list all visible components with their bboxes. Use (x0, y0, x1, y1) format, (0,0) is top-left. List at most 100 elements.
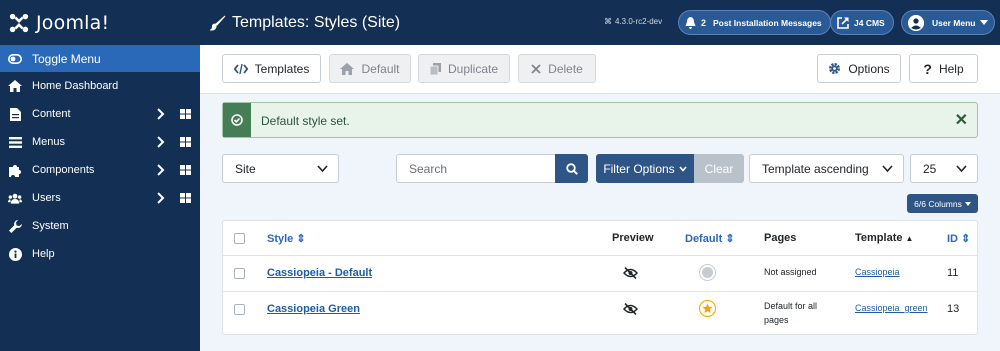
id-value: 13 (947, 303, 960, 315)
post-installation-messages-button[interactable]: 2 Post Installation Messages (678, 10, 831, 35)
styles-table: Style ⇕ Preview Default ⇕ Pages Template… (222, 220, 978, 335)
style-link[interactable]: Cassiopeia - Default (267, 267, 372, 279)
sort-icon: ⇕ (725, 233, 735, 245)
code-icon (233, 63, 248, 74)
brand-logo[interactable]: Joomla! (0, 0, 200, 45)
search-input[interactable]: Search (396, 154, 556, 183)
post-install-count: 2 (701, 17, 707, 28)
caret-down-icon (964, 201, 971, 206)
table-row: Cassiopeia Green Default for all pages C… (223, 292, 977, 335)
toolbar: Templates Default Duplicate Delete Optio… (200, 45, 1000, 94)
sidebar-item-users[interactable]: Users (0, 184, 200, 212)
check-circle-icon (231, 114, 243, 126)
default-star-icon[interactable] (699, 300, 716, 317)
sidebar-item-home-dashboard[interactable]: Home Dashboard (0, 72, 200, 100)
sidebar-item-label: Home Dashboard (32, 80, 119, 92)
preview-hidden-icon[interactable] (622, 266, 639, 282)
th-default[interactable]: Default ⇕ (685, 232, 735, 245)
sidebar-item-content[interactable]: Content (0, 100, 200, 128)
users-icon (8, 191, 22, 205)
alert-icon-area (223, 103, 251, 137)
help-button[interactable]: ? Help (909, 54, 978, 83)
sidebar-item-label: Menus (32, 136, 66, 148)
dashboard-grid-icon[interactable] (180, 109, 191, 119)
sidebar-item-label: System (32, 220, 69, 232)
default-toggle[interactable] (699, 264, 716, 281)
page-title-text: Templates: Styles (Site) (232, 13, 401, 31)
search-icon (565, 162, 578, 175)
sidebar: Joomla! Toggle Menu Home Dashboard Conte… (0, 0, 200, 351)
dashboard-grid-icon[interactable] (180, 137, 191, 147)
style-link[interactable]: Cassiopeia Green (267, 303, 360, 315)
th-template[interactable]: Template ▲ (855, 232, 913, 244)
sidebar-item-menus[interactable]: Menus (0, 128, 200, 156)
sidebar-item-system[interactable]: System (0, 212, 200, 240)
external-link-icon (837, 16, 849, 29)
success-alert: Default style set. ✕ (222, 102, 978, 138)
limit-select[interactable]: 25 (910, 154, 978, 183)
gear-icon (829, 63, 841, 74)
site-link-button[interactable]: J4 CMS (830, 10, 894, 35)
paint-brush-icon (210, 15, 226, 31)
list-icon (8, 135, 22, 149)
sidebar-item-toggle-menu[interactable]: Toggle Menu (0, 45, 200, 72)
user-menu-button[interactable]: User Menu (901, 10, 996, 35)
default-button[interactable]: Default (329, 54, 411, 83)
duplicate-button[interactable]: Duplicate (418, 54, 510, 83)
joomla-logo-icon (9, 13, 29, 32)
chevron-right-icon[interactable] (156, 108, 166, 120)
chevron-down-icon (882, 165, 893, 173)
template-link[interactable]: Cassiopeia (855, 267, 900, 277)
row-checkbox[interactable] (234, 268, 245, 279)
th-style[interactable]: Style ⇕ (267, 232, 306, 245)
th-preview: Preview (612, 232, 654, 244)
preview-hidden-icon[interactable] (622, 302, 639, 318)
dashboard-grid-icon[interactable] (180, 193, 191, 203)
dashboard-grid-icon[interactable] (180, 165, 191, 175)
copy-icon (429, 62, 441, 75)
client-select[interactable]: Site (222, 154, 339, 183)
template-link[interactable]: Cassiopeia_green (855, 303, 928, 313)
ordering-select[interactable]: Template ascending (749, 154, 904, 183)
brand-name: Joomla! (36, 11, 110, 34)
alert-message: Default style set. (261, 114, 350, 128)
chevron-right-icon[interactable] (156, 164, 166, 176)
row-checkbox[interactable] (234, 304, 245, 315)
sidebar-item-components[interactable]: Components (0, 156, 200, 184)
top-header: Templates: Styles (Site) ⌘ 4.3.0-rc2-dev… (200, 0, 1000, 45)
sort-asc-icon: ▲ (905, 234, 914, 243)
sidebar-item-label: Users (32, 192, 61, 204)
close-icon (531, 63, 541, 74)
file-icon (8, 107, 22, 121)
sidebar-item-help[interactable]: Help (0, 240, 200, 268)
page-title: Templates: Styles (Site) (200, 14, 400, 32)
bell-icon (685, 16, 696, 29)
sort-icon: ⇕ (296, 233, 306, 245)
home-icon (8, 79, 22, 93)
filter-options-button[interactable]: Filter Options (596, 154, 694, 183)
chevron-down-icon (317, 165, 328, 173)
chevron-right-icon[interactable] (156, 192, 166, 204)
wrench-icon (8, 219, 22, 233)
pages-value: Default for all pages (764, 301, 818, 325)
columns-button[interactable]: 6/6 Columns (907, 194, 978, 213)
home-icon (340, 62, 355, 75)
table-header-row: Style ⇕ Preview Default ⇕ Pages Template… (223, 221, 977, 256)
sidebar-item-label: Components (32, 164, 95, 176)
sidebar-item-label: Help (32, 248, 55, 260)
delete-button[interactable]: Delete (518, 54, 596, 83)
search-button[interactable] (555, 154, 588, 183)
th-id[interactable]: ID ⇕ (947, 232, 970, 245)
sidebar-item-label: Content (32, 108, 71, 120)
version-label: ⌘ 4.3.0-rc2-dev (604, 17, 663, 26)
clear-button[interactable]: Clear (694, 154, 744, 183)
question-icon: ? (923, 60, 932, 77)
select-all-checkbox[interactable] (234, 233, 245, 244)
alert-close-button[interactable]: ✕ (955, 110, 968, 130)
user-avatar-icon (908, 14, 924, 31)
caret-down-icon (980, 19, 989, 25)
chevron-right-icon[interactable] (156, 136, 166, 148)
options-button[interactable]: Options (817, 54, 901, 83)
table-row: Cassiopeia - Default Not assigned Cassio… (223, 256, 977, 292)
templates-button[interactable]: Templates (222, 54, 321, 83)
